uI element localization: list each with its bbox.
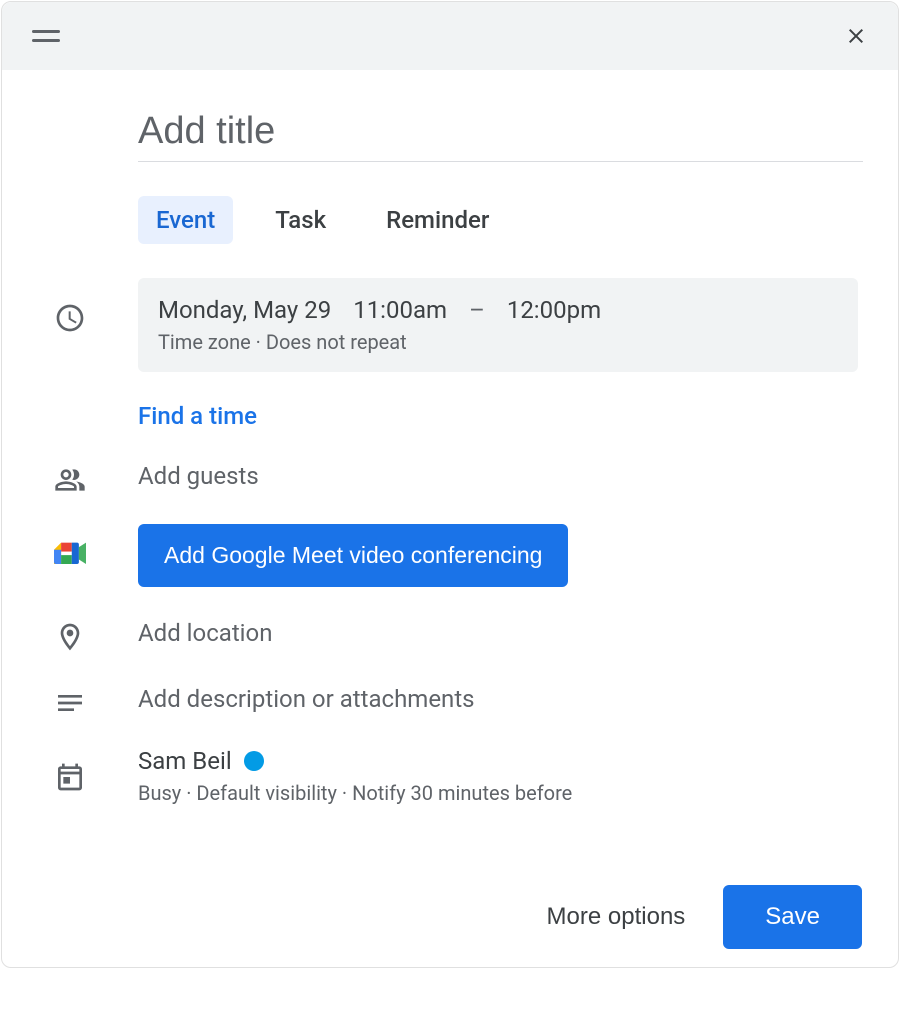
drag-handle-icon[interactable] xyxy=(32,30,60,42)
clock-icon xyxy=(54,302,86,334)
calendar-summary[interactable]: Sam Beil Busy · Default visibility · Not… xyxy=(138,747,862,805)
save-button[interactable]: Save xyxy=(723,885,862,949)
description-icon xyxy=(54,687,86,719)
close-icon xyxy=(844,24,868,48)
add-description-input[interactable]: Add description or attachments xyxy=(138,681,862,713)
time-summary[interactable]: Monday, May 29 11:00am – 12:00pm Time zo… xyxy=(138,278,858,372)
calendar-icon xyxy=(54,761,86,793)
find-a-time-link[interactable]: Find a time xyxy=(138,402,862,430)
event-end-time: 12:00pm xyxy=(507,296,601,324)
title-input[interactable] xyxy=(138,110,863,162)
add-location-input[interactable]: Add location xyxy=(138,615,862,647)
event-date: Monday, May 29 xyxy=(158,296,331,324)
calendar-color-dot xyxy=(244,751,264,771)
google-meet-icon xyxy=(54,540,90,570)
time-separator: – xyxy=(469,296,485,324)
dialog-body: Event Task Reminder Monday, May 29 11:00… xyxy=(2,70,898,835)
add-google-meet-button[interactable]: Add Google Meet video conferencing xyxy=(138,524,568,587)
dialog-header xyxy=(2,2,898,70)
calendar-subtext: Busy · Default visibility · Notify 30 mi… xyxy=(138,781,862,805)
type-tabs: Event Task Reminder xyxy=(138,196,862,244)
event-start-time: 11:00am xyxy=(353,296,447,324)
close-button[interactable] xyxy=(844,24,868,48)
tab-task[interactable]: Task xyxy=(257,196,344,244)
more-options-button[interactable]: More options xyxy=(537,889,696,945)
time-subtext: Time zone · Does not repeat xyxy=(158,330,838,354)
dialog-footer: More options Save xyxy=(2,835,898,967)
people-icon xyxy=(54,464,86,496)
location-pin-icon xyxy=(54,621,86,653)
calendar-owner-name: Sam Beil xyxy=(138,747,232,775)
event-quick-add-dialog: Event Task Reminder Monday, May 29 11:00… xyxy=(1,1,899,968)
tab-event[interactable]: Event xyxy=(138,196,233,244)
tab-reminder[interactable]: Reminder xyxy=(368,196,507,244)
add-guests-input[interactable]: Add guests xyxy=(138,458,862,490)
